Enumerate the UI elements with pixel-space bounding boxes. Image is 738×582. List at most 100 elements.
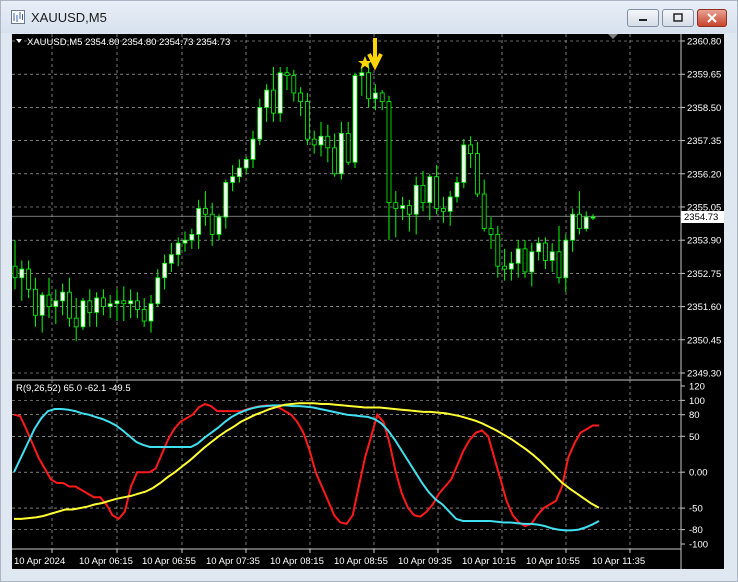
candle bbox=[386, 95, 392, 241]
indicator-label: R(9,26,52) 65.0 -62.1 -49.5 bbox=[16, 383, 131, 394]
candle-body bbox=[264, 89, 270, 108]
title-bar[interactable]: XAUUSD,M5 bbox=[1, 1, 737, 33]
candle-body bbox=[536, 242, 541, 253]
candle-body bbox=[141, 309, 147, 322]
osc-axis-label: 0.00 bbox=[689, 468, 708, 479]
chart-window-icon bbox=[11, 10, 25, 24]
candle-body bbox=[182, 239, 188, 244]
window-title: XAUUSD,M5 bbox=[31, 10, 107, 25]
candle bbox=[236, 159, 242, 183]
candle-body bbox=[488, 228, 494, 235]
candle-body bbox=[590, 216, 596, 219]
candle bbox=[53, 289, 59, 324]
candle-body bbox=[230, 176, 236, 183]
chart-canvas[interactable]: 2360.802359.652358.502357.352356.202355.… bbox=[12, 34, 724, 569]
candle-body bbox=[114, 300, 120, 305]
candle-body bbox=[189, 234, 195, 241]
candle-body bbox=[583, 216, 589, 230]
candle-body bbox=[67, 291, 72, 319]
candle bbox=[230, 165, 236, 192]
candle bbox=[481, 179, 487, 232]
candle bbox=[162, 254, 168, 290]
candle bbox=[304, 92, 310, 145]
time-axis-label: 10 Apr 06:15 bbox=[79, 556, 133, 567]
candle-body bbox=[563, 239, 569, 279]
candle bbox=[474, 142, 480, 197]
minimize-icon bbox=[639, 19, 647, 21]
candle-body bbox=[461, 144, 467, 183]
candle bbox=[270, 66, 276, 122]
candle-body bbox=[135, 300, 140, 310]
chart-shift-icon[interactable] bbox=[608, 34, 618, 39]
candle bbox=[590, 214, 596, 220]
candle-body bbox=[94, 297, 99, 313]
close-icon bbox=[707, 13, 717, 23]
price-axis-label: 2357.35 bbox=[687, 136, 721, 147]
candle-body bbox=[502, 265, 508, 270]
candle bbox=[250, 130, 256, 169]
candle-body bbox=[107, 303, 113, 307]
candle bbox=[508, 251, 514, 281]
candle bbox=[94, 292, 99, 327]
candle bbox=[536, 237, 541, 261]
candle bbox=[583, 211, 589, 232]
candle bbox=[39, 292, 45, 333]
candle-body bbox=[366, 72, 372, 100]
close-button[interactable] bbox=[697, 9, 727, 27]
candle-body bbox=[495, 234, 501, 267]
candle-body bbox=[39, 294, 45, 316]
candle bbox=[454, 176, 460, 203]
price-axis-label: 2360.80 bbox=[687, 37, 721, 48]
candle bbox=[522, 240, 528, 278]
candle bbox=[12, 240, 18, 290]
candle-body bbox=[202, 208, 208, 215]
candle bbox=[311, 130, 317, 154]
candle-body bbox=[32, 288, 38, 316]
candle-body bbox=[121, 300, 127, 305]
candle bbox=[393, 191, 399, 238]
candle-body bbox=[73, 317, 79, 328]
candle bbox=[264, 84, 270, 122]
candle bbox=[101, 289, 106, 316]
osc-axis-label: 50 bbox=[689, 432, 700, 443]
signal-marker bbox=[358, 38, 383, 71]
candle-body bbox=[447, 196, 453, 212]
osc-axis-label: 120 bbox=[689, 382, 705, 393]
chart-area[interactable]: 2360.80 2359.65 2358.50 2357.35 2356.20 2355.… bbox=[12, 34, 724, 569]
candle-body bbox=[570, 213, 575, 241]
candle bbox=[352, 72, 358, 169]
candle bbox=[243, 156, 249, 174]
current-price-tag: 2354.73 bbox=[681, 211, 724, 223]
candle bbox=[141, 297, 147, 327]
candle-body bbox=[87, 300, 93, 313]
candle-body bbox=[393, 202, 399, 209]
candle-body bbox=[284, 72, 290, 77]
candle bbox=[495, 225, 501, 278]
price-axis-label: 2358.50 bbox=[687, 103, 721, 114]
candle bbox=[284, 66, 290, 91]
symbol-menu-icon[interactable] bbox=[16, 39, 22, 43]
price-grid bbox=[12, 34, 681, 380]
candle-body bbox=[101, 297, 106, 307]
candle bbox=[570, 208, 575, 252]
candle-body bbox=[291, 75, 297, 94]
chart-window: XAUUSD,M5 2360.80 2359.65 2358.50 2357.35 23… bbox=[0, 0, 738, 582]
candle-body bbox=[209, 213, 215, 235]
candle bbox=[107, 295, 113, 319]
time-axis-label: 10 Apr 09:35 bbox=[398, 556, 452, 567]
candle-body bbox=[216, 216, 222, 235]
candles bbox=[12, 61, 596, 342]
candle-body bbox=[223, 182, 229, 218]
candle bbox=[73, 297, 79, 342]
candle-body bbox=[148, 303, 154, 322]
restore-button[interactable] bbox=[662, 9, 694, 27]
time-axis-label: 10 Apr 11:35 bbox=[592, 556, 645, 567]
time-axis-label: 10 Apr 06:55 bbox=[142, 556, 196, 567]
osc-axis-label: 80 bbox=[689, 410, 700, 421]
osc-axis-label: -80 bbox=[689, 525, 703, 536]
candle-body bbox=[46, 294, 52, 308]
candle-body bbox=[318, 135, 324, 146]
candle-body bbox=[577, 213, 582, 230]
minimize-button[interactable] bbox=[627, 9, 659, 27]
candle bbox=[257, 98, 263, 145]
